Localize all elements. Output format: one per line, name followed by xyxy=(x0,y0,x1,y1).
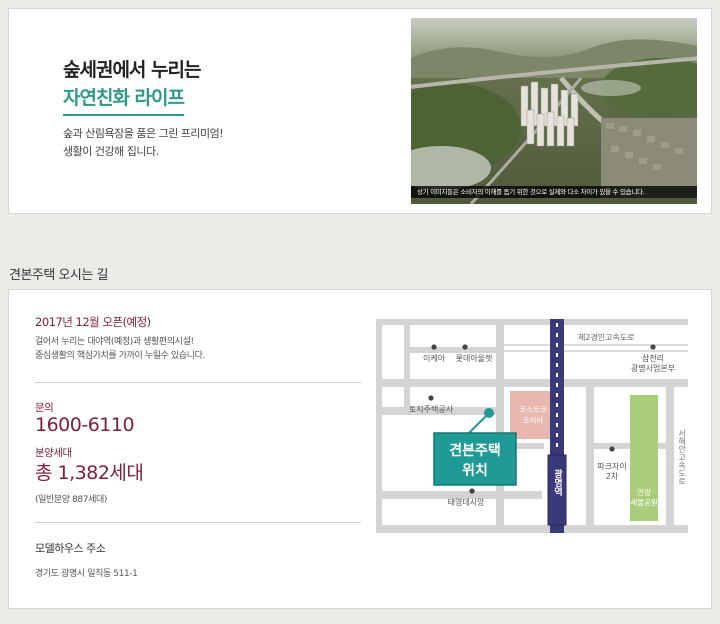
directions-card: 2017년 12월 오픈(예정) 걸어서 누리는 대야역(예정)과 생활편의시설… xyxy=(8,289,712,609)
model-house-address: 경기도 광명시 일직동 511-1 xyxy=(35,569,138,579)
units-value: 총 1,382세대 xyxy=(35,462,144,484)
open-date: 2017년 12월 오픈(예정) xyxy=(35,315,151,329)
aerial-photo-illustration xyxy=(411,18,697,204)
poi-dot-taeyoung xyxy=(469,488,475,494)
poi-label-samchully-line-1: 삼천리 xyxy=(642,353,664,363)
section-title-directions: 견본주택 오시는 길 xyxy=(9,268,108,283)
model-house-badge[interactable]: 견본주택 위치 xyxy=(433,432,517,486)
poi-label-ikea: 이케아 xyxy=(423,353,446,363)
feature-desc-line-2: 생활이 건강해 집니다. xyxy=(63,145,159,158)
open-desc-line-1: 걸어서 누리는 대야역(예정)과 생활편의시설! xyxy=(35,337,194,347)
costco-label-line-2: 코리아 xyxy=(523,415,544,425)
poi-dot-prugio xyxy=(609,446,615,452)
road-label-gyeongin: 제2경인고속도로 xyxy=(578,332,635,342)
location-map: 코스트코 코리아 안양 새물공원 서해안고속도로 광명역 제2경인고속도로 이케… xyxy=(376,319,688,533)
feature-desc-line-1: 숲과 산림욕장을 품은 그린 프리미엄! xyxy=(63,127,224,140)
poi-dot-samchully xyxy=(650,344,656,350)
costco-label-line-1: 코스트코 xyxy=(519,405,547,414)
inquiry-label: 문의 xyxy=(35,402,54,414)
poi-label-lh: 토지주택공사 xyxy=(409,404,454,414)
poi-label-taeyoung: 태영데시앙 xyxy=(448,497,485,507)
poi-dot-ikea xyxy=(431,344,437,350)
road-label-seohaean: 서해안고속도로 xyxy=(677,429,686,485)
feature-description: 숲과 산림욕장을 품은 그린 프리미엄! 생활이 건강해 집니다. xyxy=(63,125,224,161)
units-note: (일반분양 887세대) xyxy=(35,495,107,505)
park-label-line-2: 새물공원 xyxy=(630,498,658,507)
feature-headline: 숲세권에서 누리는 xyxy=(63,59,201,81)
divider xyxy=(35,382,361,383)
poi-label-prugio-line-1: 파크자이 xyxy=(597,461,626,471)
feature-subhead: 자연친화 라이프 xyxy=(63,83,185,116)
poi-dot-lotte xyxy=(462,344,468,350)
open-description: 걸어서 누리는 대야역(예정)과 생활편의시설! 중심생활의 핵심가치를 가까이… xyxy=(35,335,205,363)
poi-label-samchully-line-2: 광명사업본부 xyxy=(631,363,675,373)
open-desc-line-2: 중심생활의 핵심가치를 가까이 누릴수 있습니다. xyxy=(35,351,205,361)
divider xyxy=(35,522,361,523)
inquiry-phone[interactable]: 1600-6110 xyxy=(35,414,135,436)
costco-block xyxy=(510,391,556,439)
map-svg: 코스트코 코리아 안양 새물공원 서해안고속도로 광명역 제2경인고속도로 이케… xyxy=(376,319,688,533)
model-house-badge-line-1: 견본주택 xyxy=(449,442,501,459)
station-label: 광명역 xyxy=(552,468,562,497)
poi-label-lotte: 롯데아울렛 xyxy=(456,353,493,363)
aerial-city-photo: 상기 이미지들은 소비자의 이해를 돕기 위한 것으로 실제와 다소 차이가 있… xyxy=(411,18,697,204)
park-label-line-1: 안양 xyxy=(637,487,651,497)
feature-card: 숲세권에서 누리는 자연친화 라이프 숲과 산림욕장을 품은 그린 프리미엄! … xyxy=(8,8,712,214)
photo-disclaimer-caption: 상기 이미지들은 소비자의 이해를 돕기 위한 것으로 실제와 다소 차이가 있… xyxy=(411,186,697,198)
poi-dot-lh xyxy=(428,395,434,401)
model-house-label: 모델하우스 주소 xyxy=(35,542,106,555)
poi-label-prugio-line-2: 2차 xyxy=(606,472,619,481)
model-house-badge-line-2: 위치 xyxy=(462,463,488,479)
